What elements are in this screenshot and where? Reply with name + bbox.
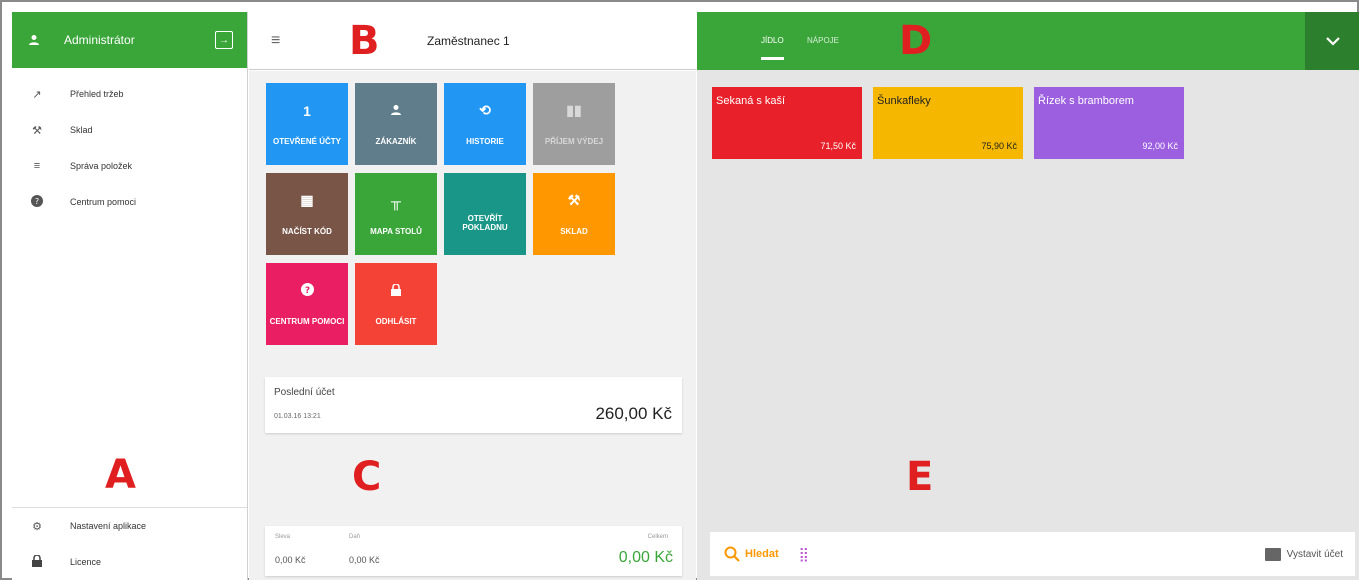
sidebar-item-label: Přehled tržeb — [70, 89, 124, 99]
svg-text:?: ? — [35, 197, 39, 206]
trend-icon: ↗ — [32, 88, 42, 101]
wallet-icon — [1264, 547, 1281, 561]
list-icon: ≡ — [33, 160, 41, 172]
product-price: 92,00 Kč — [1142, 141, 1178, 151]
product-name: Šunkafleky — [877, 95, 931, 107]
product-price: 71,50 Kč — [820, 141, 856, 151]
tile-logout[interactable]: ODHLÁSIT — [355, 263, 437, 345]
svg-text:?: ? — [304, 285, 309, 295]
menu-icon[interactable]: ≡ — [271, 32, 301, 50]
sidebar-item-label: Nastavení aplikace — [70, 521, 147, 531]
sidebar-item-warehouse[interactable]: ⚒ Sklad — [12, 112, 247, 148]
sidebar-item-help[interactable]: ? Centrum pomoci — [12, 184, 247, 220]
chart-icon: ▮▮ — [566, 102, 582, 118]
sidebar-item-settings[interactable]: ⚙ Nastavení aplikace — [12, 508, 247, 544]
product-name: Sekaná s kaší — [716, 95, 786, 107]
tile-open-cashdrawer[interactable]: OTEVŘÍT POKLADNU — [444, 173, 526, 255]
tile-warehouse[interactable]: ⚒ SKLAD — [533, 173, 615, 255]
dashboard-panel: 1 OTEVŘENÉ ÚČTY ZÁKAZNÍK ⟲ HISTORIE ▮▮ P… — [249, 71, 696, 580]
help-icon: ? — [30, 194, 44, 210]
tile-history[interactable]: ⟲ HISTORIE — [444, 83, 526, 165]
tile-label: CENTRUM POMOCI — [269, 316, 345, 326]
lock-icon — [30, 553, 44, 570]
tile-label: ODHLÁSIT — [375, 316, 417, 326]
user-icon — [26, 32, 42, 48]
tab-food[interactable]: JÍDLO — [761, 36, 784, 60]
keypad-icon[interactable]: ⣿ — [799, 546, 809, 563]
issue-bill-label: Vystavit účet — [1286, 548, 1343, 560]
user-name: Administrátor — [64, 33, 135, 47]
tile-label: MAPA STOLŮ — [370, 226, 422, 236]
logout-icon[interactable]: → — [215, 31, 233, 49]
discount-value: 0,00 Kč — [275, 555, 306, 565]
label-a: A — [105, 452, 136, 498]
last-bill-card[interactable]: Poslední účet 01.03.16 13:21 260,00 Kč — [265, 377, 682, 433]
sidebar-item-sales[interactable]: ↗ Přehled tržeb — [12, 76, 247, 112]
tile-label: OTEVŘÍT POKLADNU — [462, 214, 508, 232]
sidebar: Administrátor → ↗ Přehled tržeb ⚒ Sklad … — [12, 12, 248, 580]
top-bar: ≡ B Zaměstnanec 1 — [249, 12, 696, 70]
issue-bill-button[interactable]: Vystavit účet — [1264, 547, 1343, 561]
label-e: E — [906, 454, 934, 500]
gear-icon: ⚙ — [32, 520, 42, 533]
help-icon: ? — [300, 282, 314, 299]
qr-icon: ▦ — [300, 192, 314, 208]
tile-table-map[interactable]: ╥ MAPA STOLŮ — [355, 173, 437, 255]
bottom-action-bar: Hledat ⣿ Vystavit účet — [710, 532, 1355, 576]
tile-label: ZÁKAZNÍK — [375, 136, 417, 146]
sidebar-item-label: Licence — [70, 557, 102, 567]
search-icon — [724, 546, 740, 562]
tile-label: NAČÍST KÓD — [282, 227, 332, 236]
chevron-down-icon[interactable] — [1305, 12, 1359, 70]
table-icon: ╥ — [391, 192, 401, 209]
last-bill-datetime: 01.03.16 13:21 — [274, 413, 321, 420]
sidebar-item-items[interactable]: ≡ Správa položek — [12, 148, 247, 184]
sidebar-header: Administrátor → — [12, 12, 247, 68]
sidebar-item-label: Sklad — [70, 125, 93, 135]
number-icon: 1 — [303, 102, 311, 119]
product-tile[interactable]: Řízek s bramborem 92,00 Kč — [1034, 87, 1184, 159]
employee-name: Zaměstnanec 1 — [427, 33, 510, 48]
tile-stock-movement[interactable]: ▮▮ PŘÍJEM VÝDEJ — [533, 83, 615, 165]
summary-card: Sleva 0,00 Kč Daň 0,00 Kč Celkem 0,00 Kč — [265, 526, 682, 576]
app-window: Administrátor → ↗ Přehled tržeb ⚒ Sklad … — [0, 0, 1359, 580]
tax-value: 0,00 Kč — [349, 555, 380, 565]
products-panel: Sekaná s kaší 71,50 Kč Šunkafleky 75,90 … — [697, 70, 1359, 580]
last-bill-title: Poslední účet — [274, 387, 335, 398]
tile-label: PŘÍJEM VÝDEJ — [544, 137, 604, 146]
sidebar-item-label: Správa položek — [70, 161, 133, 171]
discount-label: Sleva — [275, 534, 291, 540]
sidebar-item-label: Centrum pomoci — [70, 197, 137, 207]
label-d: D — [899, 18, 933, 64]
product-price: 75,90 Kč — [981, 141, 1017, 151]
search-button[interactable]: Hledat — [724, 546, 779, 562]
tile-help-center[interactable]: ? CENTRUM POMOCI — [266, 263, 348, 345]
category-tabs-bar: JÍDLO NÁPOJE D — [697, 12, 1359, 70]
lock-icon — [391, 282, 401, 299]
tax-label: Daň — [349, 534, 361, 540]
tile-label: SKLAD — [560, 227, 588, 236]
total-value: 0,00 Kč — [618, 549, 673, 566]
total-label: Celkem — [647, 534, 668, 540]
tile-scan-code[interactable]: ▦ NAČÍST KÓD — [266, 173, 348, 255]
product-name: Řízek s bramborem — [1038, 95, 1134, 107]
tile-customer[interactable]: ZÁKAZNÍK — [355, 83, 437, 165]
tile-open-accounts[interactable]: 1 OTEVŘENÉ ÚČTY — [266, 83, 348, 165]
search-label: Hledat — [745, 548, 779, 560]
tab-drinks[interactable]: NÁPOJE — [807, 36, 839, 45]
last-bill-amount: 260,00 Kč — [595, 404, 672, 423]
tile-label: OTEVŘENÉ ÚČTY — [272, 136, 341, 146]
label-b: B — [349, 18, 380, 64]
sidebar-bottom: ⚙ Nastavení aplikace Licence — [12, 507, 247, 580]
tile-label: HISTORIE — [466, 137, 504, 146]
product-tile[interactable]: Sekaná s kaší 71,50 Kč — [712, 87, 862, 159]
sidebar-item-license[interactable]: Licence — [12, 544, 247, 580]
history-icon: ⟲ — [479, 102, 491, 118]
warehouse-icon: ⚒ — [567, 192, 581, 208]
product-tile[interactable]: Šunkafleky 75,90 Kč — [873, 87, 1023, 159]
warehouse-icon: ⚒ — [32, 124, 42, 137]
label-c: C — [352, 454, 382, 500]
person-icon — [390, 103, 402, 119]
